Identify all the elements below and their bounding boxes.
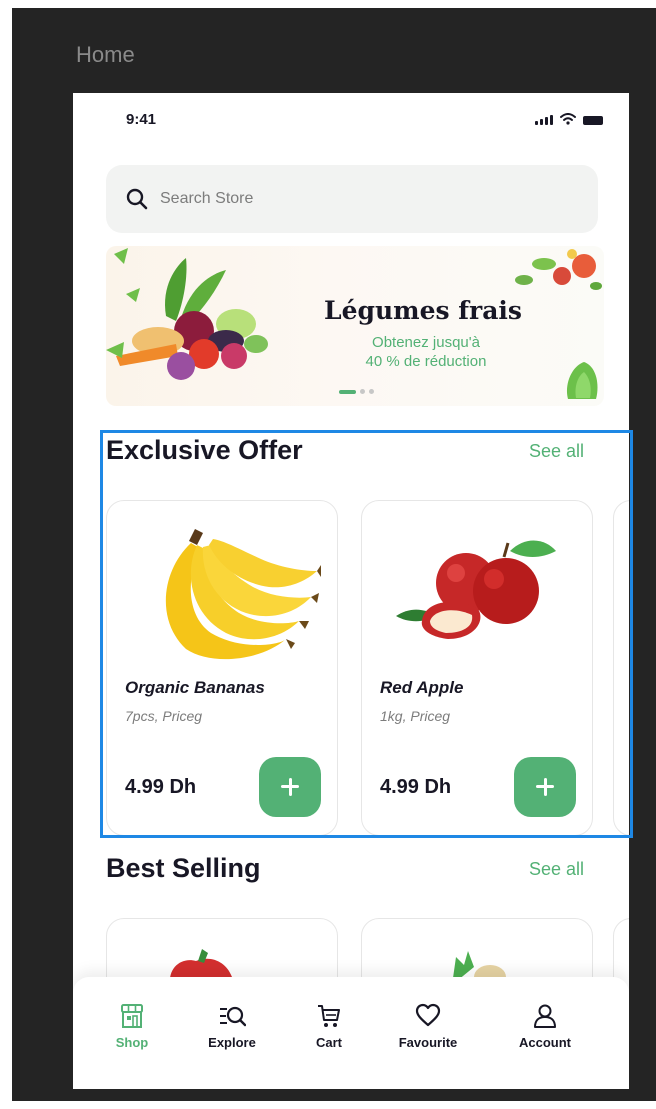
nav-item-shop[interactable]: Shop bbox=[87, 1003, 177, 1050]
shop-icon bbox=[121, 1004, 143, 1028]
battery-icon bbox=[583, 116, 603, 125]
banner-subtitle: Obtenez jusqu'à 40 % de réduction bbox=[336, 333, 516, 371]
frame-label: Home bbox=[76, 42, 135, 67]
carousel-dot[interactable] bbox=[360, 389, 365, 394]
bottom-navigation: Shop Explore Cart Favourite Account bbox=[73, 977, 629, 1089]
product-price: 4.99 Dh bbox=[125, 776, 197, 798]
nav-item-cart[interactable]: Cart bbox=[284, 1003, 374, 1050]
red-apple-icon bbox=[396, 540, 556, 639]
best-selling-title: Best Selling bbox=[106, 853, 261, 883]
product-card-partial[interactable] bbox=[613, 500, 629, 836]
nav-label: Account bbox=[519, 1035, 571, 1050]
heart-icon bbox=[415, 1003, 441, 1027]
explore-icon bbox=[220, 1006, 246, 1027]
product-card-red-apple[interactable]: Red Apple 1kg, Priceg 4.99 Dh bbox=[361, 500, 593, 836]
banner-subtitle-line2: 40 % de réduction bbox=[365, 353, 487, 370]
nav-item-explore[interactable]: Explore bbox=[187, 1003, 277, 1050]
search-input[interactable]: Search Store bbox=[160, 190, 253, 208]
carousel-indicator[interactable] bbox=[339, 389, 374, 394]
banana-bunch-icon bbox=[165, 529, 321, 660]
account-icon bbox=[534, 1004, 556, 1028]
cart-icon bbox=[318, 1005, 340, 1027]
product-card-organic-bananas[interactable]: Organic Bananas 7pcs, Priceg 4.99 Dh bbox=[106, 500, 338, 836]
best-selling-see-all-link[interactable]: See all bbox=[529, 859, 584, 880]
cellular-signal-icon bbox=[535, 115, 553, 125]
exclusive-offer-see-all-link[interactable]: See all bbox=[529, 441, 584, 462]
status-icons bbox=[535, 113, 603, 125]
product-price: 4.99 Dh bbox=[380, 776, 452, 798]
nav-label: Favourite bbox=[398, 1035, 458, 1050]
nav-label: Cart bbox=[315, 1035, 342, 1050]
nav-label: Explore bbox=[208, 1035, 256, 1050]
banner-title: Légumes frais bbox=[324, 296, 522, 325]
status-time: 9:41 bbox=[126, 111, 157, 128]
product-detail: 1kg, Priceg bbox=[380, 708, 451, 724]
exclusive-offer-title: Exclusive Offer bbox=[106, 435, 303, 465]
vegetables-illustration-icon bbox=[106, 248, 268, 380]
nav-label: Shop bbox=[115, 1035, 149, 1050]
nav-item-account[interactable]: Account bbox=[500, 1003, 590, 1050]
add-to-cart-button[interactable] bbox=[514, 757, 576, 817]
product-name: Organic Bananas bbox=[125, 678, 265, 697]
banner-subtitle-line1: Obtenez jusqu'à bbox=[372, 334, 480, 351]
nav-item-favourite[interactable]: Favourite bbox=[383, 1003, 473, 1050]
promo-banner[interactable]: Légumes frais Obtenez jusqu'à 40 % de ré… bbox=[106, 246, 604, 406]
carousel-dot-active[interactable] bbox=[339, 389, 356, 394]
status-bar: 9:41 bbox=[73, 93, 629, 143]
product-name: Red Apple bbox=[380, 678, 464, 697]
lettuce-icon bbox=[566, 362, 598, 399]
phone-screen: 9:41 Search Store Légumes frais Obtenez … bbox=[73, 93, 629, 1089]
carousel-dot[interactable] bbox=[369, 389, 374, 394]
add-to-cart-button[interactable] bbox=[259, 757, 321, 817]
search-icon bbox=[126, 188, 148, 210]
product-detail: 7pcs, Priceg bbox=[125, 708, 203, 724]
search-bar[interactable]: Search Store bbox=[106, 165, 598, 233]
wifi-icon bbox=[560, 113, 576, 125]
